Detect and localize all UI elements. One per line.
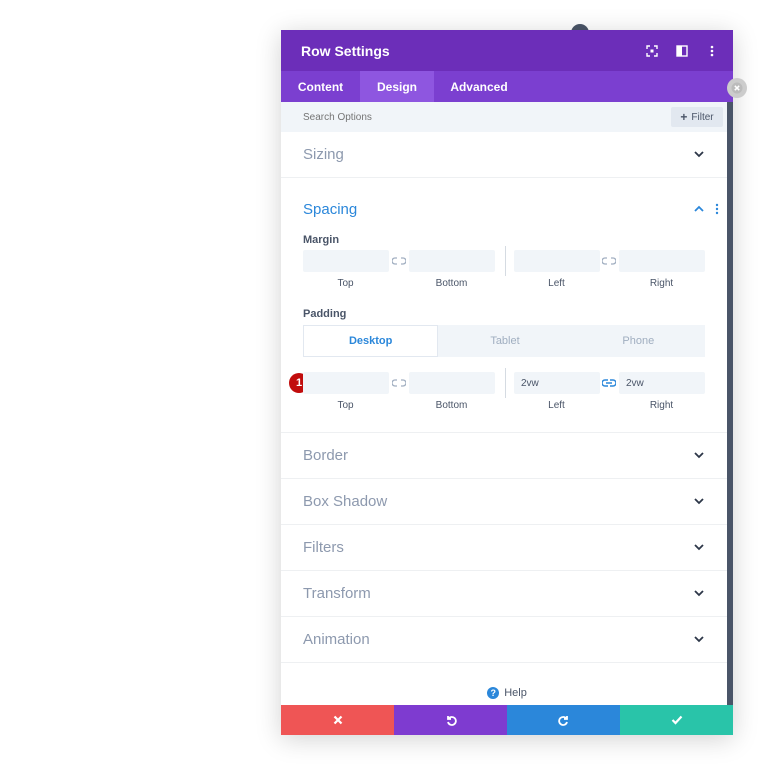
cancel-button[interactable] [281, 705, 394, 735]
padding-right-input[interactable]: 2vw [619, 372, 705, 394]
section-spacing: Spacing Margin Top Bottom Left Right Pad… [281, 178, 727, 433]
settings-body: + Filter Sizing Spacing Margin [281, 102, 727, 705]
margin-top-input[interactable] [303, 250, 389, 272]
margin-right-caption: Right [649, 278, 674, 289]
margin-right-input[interactable] [619, 250, 705, 272]
padding-bottom-caption: Bottom [435, 400, 468, 411]
help-link[interactable]: ? Help [281, 680, 733, 705]
section-title: Transform [303, 585, 371, 602]
expand-icon[interactable] [645, 44, 659, 58]
padding-top-caption: Top [337, 400, 354, 411]
section-spacing-header[interactable]: Spacing [281, 178, 727, 240]
chevron-down-icon [694, 636, 704, 643]
section-filters[interactable]: Filters [281, 525, 727, 571]
margin-bottom-caption: Bottom [435, 278, 468, 289]
filter-button[interactable]: + Filter [671, 107, 723, 127]
settings-tabs: Content Design Advanced [281, 71, 733, 102]
section-title: Filters [303, 539, 344, 556]
redo-button[interactable] [507, 705, 620, 735]
section-sizing[interactable]: Sizing [281, 132, 727, 178]
padding-label: Padding [303, 308, 347, 320]
section-title: Animation [303, 631, 370, 648]
more-options-icon[interactable] [705, 44, 719, 58]
check-icon [671, 715, 682, 725]
padding-left-caption: Left [548, 400, 565, 411]
close-icon[interactable] [727, 78, 747, 98]
tab-phone[interactable]: Phone [572, 325, 705, 357]
scrollbar[interactable] [727, 102, 733, 713]
section-box-shadow[interactable]: Box Shadow [281, 479, 727, 525]
chevron-down-icon [694, 498, 704, 505]
tab-content[interactable]: Content [281, 71, 360, 102]
split-view-icon[interactable] [675, 44, 689, 58]
section-title: Spacing [303, 200, 358, 218]
section-animation[interactable]: Animation [281, 617, 727, 663]
unlink-icon[interactable] [392, 378, 406, 388]
tab-advanced[interactable]: Advanced [434, 71, 524, 102]
device-tabs: Desktop Tablet Phone [303, 325, 705, 357]
help-label: Help [504, 686, 527, 699]
tab-design[interactable]: Design [360, 71, 434, 102]
padding-left-input[interactable]: 2vw [514, 372, 600, 394]
search-bar: + Filter [281, 102, 727, 132]
chevron-down-icon [694, 544, 704, 551]
section-title: Box Shadow [303, 493, 388, 510]
divider [505, 368, 506, 398]
tab-desktop[interactable]: Desktop [303, 325, 439, 357]
chevron-up-icon[interactable] [693, 203, 705, 215]
close-icon [333, 715, 342, 725]
margin-bottom-input[interactable] [409, 250, 495, 272]
plus-icon: + [680, 110, 688, 124]
canvas: Row Settings Content Design Advanced Sea… [0, 0, 768, 767]
modal-title: Row Settings [301, 42, 390, 59]
section-title: Border [303, 447, 349, 464]
save-button[interactable] [620, 705, 733, 735]
section-border[interactable]: Border [281, 433, 727, 479]
chevron-down-icon [694, 452, 704, 459]
undo-icon [446, 716, 457, 726]
divider [505, 246, 506, 276]
modal-footer [281, 705, 733, 735]
section-title: Sizing [303, 146, 344, 163]
margin-left-input[interactable] [514, 250, 600, 272]
margin-label: Margin [303, 234, 340, 246]
undo-button[interactable] [394, 705, 507, 735]
help-icon: ? [487, 686, 500, 699]
link-icon[interactable] [602, 378, 616, 388]
chevron-down-icon [694, 590, 704, 597]
margin-top-caption: Top [337, 278, 354, 289]
search-input[interactable] [303, 111, 603, 123]
chevron-down-icon [694, 151, 704, 158]
row-settings-modal: Row Settings Content Design Advanced Sea… [281, 30, 733, 735]
unlink-icon[interactable] [602, 256, 616, 266]
margin-left-caption: Left [548, 278, 565, 289]
filter-label: Filter [691, 111, 714, 123]
section-transform[interactable]: Transform [281, 571, 727, 617]
padding-top-input[interactable] [303, 372, 389, 394]
modal-header: Row Settings [281, 30, 733, 71]
tab-tablet[interactable]: Tablet [438, 325, 571, 357]
unlink-icon[interactable] [392, 256, 406, 266]
padding-bottom-input[interactable] [409, 372, 495, 394]
padding-right-caption: Right [649, 400, 674, 411]
more-options-icon[interactable] [715, 203, 719, 215]
redo-icon [557, 716, 568, 726]
